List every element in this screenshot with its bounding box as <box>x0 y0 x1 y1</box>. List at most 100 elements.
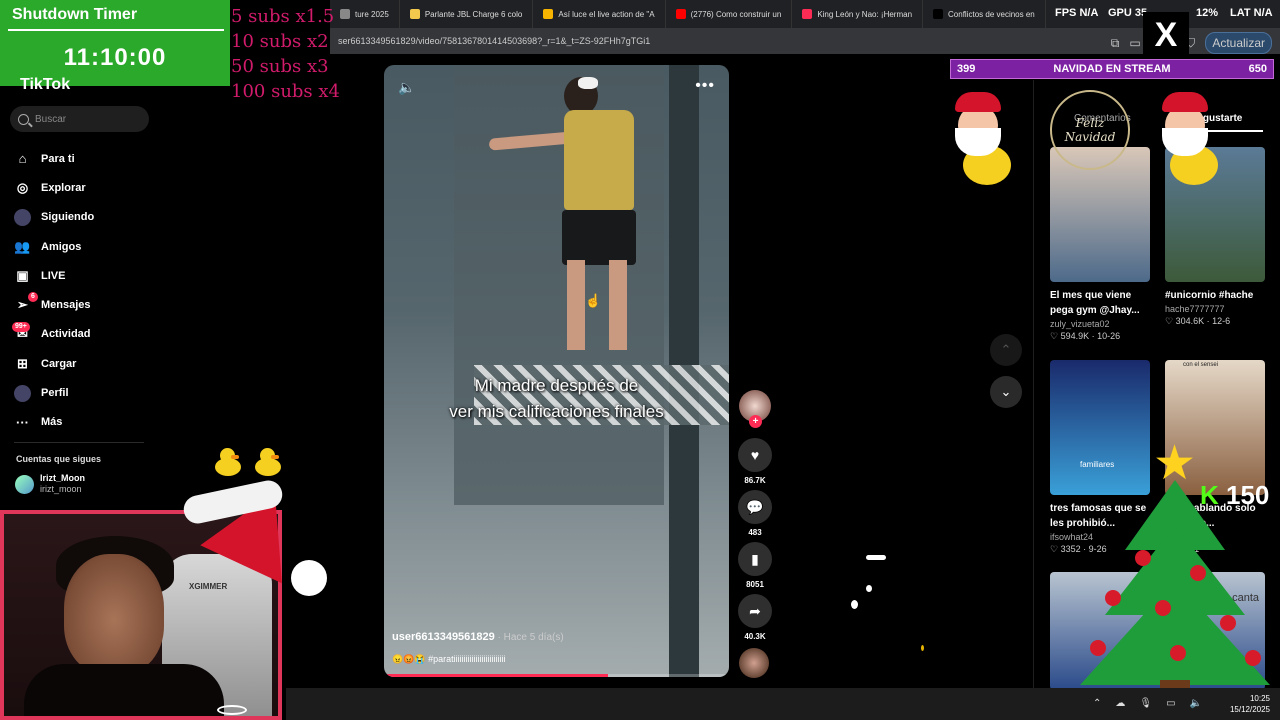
x-logo-icon: X <box>1143 12 1189 58</box>
following-avatar-icon: ● <box>14 208 31 226</box>
tab-label: (2776) Como construir un <box>690 9 782 19</box>
video-author[interactable]: user6613349561829 · Hace 5 día(s) <box>392 631 564 643</box>
comment-button[interactable]: 💬 <box>738 490 772 524</box>
update-button[interactable]: Actualizar <box>1205 32 1272 54</box>
video-caption: Mi madre después de ver mis calificacion… <box>384 373 729 425</box>
tab-favicon-icon <box>933 9 944 19</box>
follow-plus-icon[interactable]: + <box>749 415 762 428</box>
video-progress-bar[interactable] <box>384 674 729 677</box>
author-name[interactable]: user6613349561829 <box>392 631 495 643</box>
following-account-handle: irizt_moon <box>40 484 82 494</box>
windows-taskbar: ⌃ ☁ 🎙 ▭ 🔈 10:25 15/12/2025 <box>286 688 1280 720</box>
kick-count: 150 <box>1226 480 1270 510</box>
toolbar-icons: ⧉ ▭ ♫ ▯ ⛉ Actualizar <box>1111 32 1272 54</box>
streamer-face <box>64 554 164 674</box>
sidebar-item-label: Para ti <box>41 152 75 165</box>
video-description[interactable]: 😠😡😭 #paratiiiiiiiiiiiiiiiiiiiiiiiiii <box>392 654 506 665</box>
kick-follower-badge: K 150 <box>1200 480 1269 511</box>
system-tray: ⌃ ☁ 🎙 ▭ 🔈 <box>1093 698 1202 709</box>
card-author[interactable]: zuly_vizueta02 <box>1050 319 1150 329</box>
snowflake <box>851 600 858 609</box>
chevron-down-icon: ⌄ <box>1000 384 1012 399</box>
sound-disc-icon[interactable] <box>739 648 769 678</box>
browser-tab[interactable]: (2776) Como construir un <box>666 0 793 28</box>
screenshot-icon[interactable]: ▭ <box>1129 36 1140 50</box>
sidebar-item-label: Perfil <box>41 387 69 400</box>
browser-tab[interactable]: Parlante JBL Charge 6 colo <box>400 0 534 28</box>
extension-icon[interactable]: ⧉ <box>1111 36 1120 51</box>
browser-tab[interactable]: King León y Nao: ¡Herman <box>792 0 924 28</box>
share-button[interactable]: ➦ <box>738 594 772 628</box>
sidebar-item-label: Más <box>41 416 63 429</box>
sidebar-item-live[interactable]: ▣ LIVE <box>14 261 154 290</box>
microphone-icon[interactable]: 🎙 <box>1139 698 1152 709</box>
fps-readout: FPS N/A <box>1055 7 1099 19</box>
sidebar-item-para-ti[interactable]: ⌂ Para ti <box>14 144 154 173</box>
browser-tab[interactable]: Así luce el live action de "A <box>533 0 666 28</box>
browser-tab[interactable]: ture 2025 <box>330 0 400 28</box>
donation-goal-bar: 399 NAVIDAD EN STREAM 650 <box>950 59 1274 79</box>
sidebar-item-más[interactable]: ··· Más <box>14 408 154 437</box>
clock-date: 15/12/2025 <box>1229 705 1270 714</box>
tiktok-logo[interactable]: TikTok <box>20 76 70 94</box>
save-count: 8051 <box>746 580 764 589</box>
chevron-up-icon[interactable]: ⌃ <box>1093 698 1101 709</box>
sidebar-item-label: Amigos <box>41 240 82 253</box>
hand-cursor-icon: ☝ <box>585 293 602 308</box>
video-player[interactable]: Mi madre después de ver mis calificacion… <box>384 65 729 677</box>
cloud-icon[interactable]: ☁ <box>1115 698 1125 709</box>
video-scene-leg <box>609 260 627 350</box>
following-account[interactable]: Irizt_Moon irizt_moon <box>15 473 85 495</box>
search-input[interactable]: Buscar <box>10 106 149 132</box>
video-scene-shirt <box>564 110 634 210</box>
tab-favicon-icon <box>340 9 350 19</box>
sidebar-item-amigos[interactable]: 👥 Amigos <box>14 232 154 261</box>
kick-logo-icon: K <box>1200 480 1219 510</box>
sidebar-item-siguiendo[interactable]: ● Siguiendo <box>14 203 154 232</box>
compass-icon: ◎ <box>16 179 29 195</box>
search-icon <box>18 113 29 125</box>
like-button[interactable]: ♥ <box>738 438 772 472</box>
monitor-icon[interactable]: ▭ <box>1166 698 1175 709</box>
address-bar[interactable]: ser6613349561829/video/75813678014145036… <box>330 28 1280 54</box>
tab-label: King León y Nao: ¡Herman <box>817 9 913 19</box>
avatar <box>15 474 34 494</box>
tab-favicon-icon <box>409 9 420 19</box>
url-text[interactable]: ser6613349561829/video/75813678014145036… <box>338 36 650 46</box>
duck-icon <box>213 448 243 476</box>
speaker-icon[interactable]: 🔈 <box>1190 698 1202 709</box>
more-options-icon[interactable]: ••• <box>695 77 715 95</box>
subs-goal-4: 100 subs x4 <box>231 81 340 102</box>
tab-label: Así luce el live action de "A <box>558 9 655 19</box>
halo-icon <box>217 705 247 715</box>
sidebar-item-cargar[interactable]: ⊞ Cargar <box>14 349 154 378</box>
system-clock[interactable]: 10:25 15/12/2025 <box>1230 693 1270 715</box>
card-title[interactable]: #unicornio #hache <box>1165 288 1265 303</box>
profile-avatar-icon: ● <box>14 384 31 402</box>
caption-line-2: ver mis calificaciones finales <box>449 402 664 421</box>
notification-badge: 6 <box>28 292 38 303</box>
tab-favicon-icon <box>675 9 686 19</box>
browser-tab[interactable]: Conflictos de vecinos en <box>923 0 1046 28</box>
sidebar-item-perfil[interactable]: ● Perfil <box>14 378 154 407</box>
clock-time: 10:25 <box>1249 694 1270 703</box>
hat-pompom <box>291 560 327 596</box>
donation-title: NAVIDAD EN STREAM <box>1053 63 1171 75</box>
sidebar-item-mensajes[interactable]: ➢ Mensajes 6 <box>14 290 154 319</box>
caption-line-1: Mi madre después de <box>474 376 639 395</box>
sidebar-item-label: Actividad <box>41 328 91 341</box>
timer-divider <box>8 29 224 31</box>
recommended-video-card[interactable]: El mes que viene pega gym @Jhay... zuly_… <box>1050 147 1150 342</box>
tab-favicon-icon <box>543 9 554 19</box>
sidebar-item-explorar[interactable]: ◎ Explorar <box>14 173 154 202</box>
card-title[interactable]: El mes que viene pega gym @Jhay... <box>1050 288 1150 318</box>
next-video-button[interactable]: ⌄ <box>990 376 1022 408</box>
volume-icon[interactable]: 🔈 <box>398 79 415 96</box>
previous-video-button[interactable]: ⌃ <box>990 334 1022 366</box>
save-button[interactable]: ▮ <box>738 542 772 576</box>
sidebar-item-actividad[interactable]: ✉ Actividad 99+ <box>12 320 154 349</box>
subs-goal-2: 10 subs x2 <box>231 31 329 52</box>
card-author[interactable]: hache7777777 <box>1165 304 1265 314</box>
shutdown-timer-overlay: Shutdown Timer 11:10:00 <box>0 0 230 86</box>
card-meta: ♡ 594.9K · 10-26 <box>1050 331 1121 341</box>
